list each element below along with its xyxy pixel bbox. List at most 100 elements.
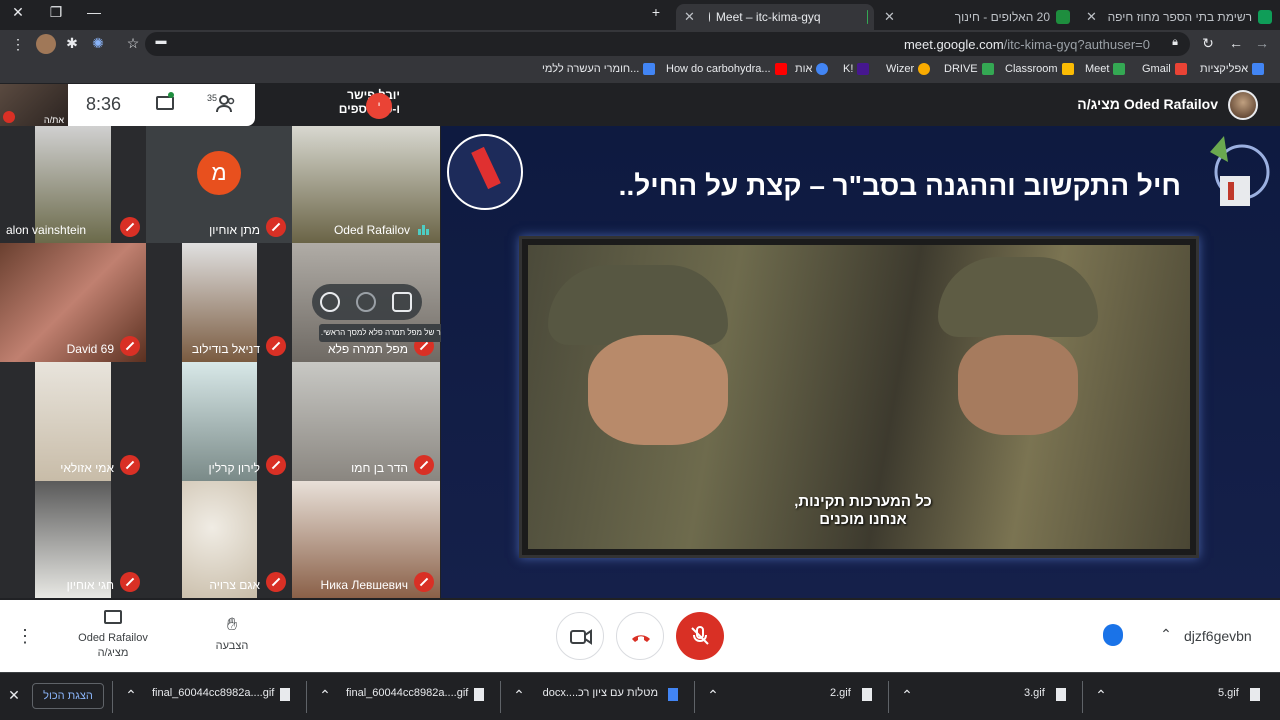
new-tab-button[interactable]: + xyxy=(646,4,666,20)
tab-meet[interactable]: ✕ Meet – itc-kima-gyq xyxy=(676,4,874,30)
pin-icon[interactable] xyxy=(392,292,412,312)
menu-kebab-icon[interactable]: ⋮ xyxy=(10,36,26,53)
tab-schools-list[interactable]: ✕ רשימת בתי הספר מחוז חיפה תח xyxy=(1078,4,1278,30)
camera-toggle-button[interactable] xyxy=(556,612,604,660)
chevron-up-icon[interactable]: ⌃ xyxy=(318,687,332,704)
wizer-icon xyxy=(918,63,931,75)
present-screen-icon[interactable] xyxy=(104,610,122,624)
bookmark-ot[interactable]: אות xyxy=(795,63,829,75)
meeting-code[interactable]: djzf6gevbn xyxy=(1184,628,1252,644)
profile-avatar[interactable] xyxy=(36,34,56,54)
url-text: meet.google.com/itc-kima-gyq?authuser=0 xyxy=(903,37,1150,52)
tab-strip: ✕ ❐ — + ✕ Meet – itc-kima-gyq ✕ 20 האלופ… xyxy=(0,0,1280,30)
cast-icon[interactable]: ▬ xyxy=(153,35,169,47)
close-icon[interactable]: ✕ xyxy=(884,9,895,25)
helmet-shape xyxy=(938,257,1098,337)
participant-tile[interactable]: David 69 xyxy=(0,243,146,362)
bookmark-carbohydrates[interactable]: How do carbohydra... xyxy=(666,63,787,75)
self-name: את/ה xyxy=(43,115,64,125)
chevron-up-icon[interactable]: ⌃ xyxy=(900,687,914,704)
chevron-up-icon[interactable]: ⌃ xyxy=(124,687,138,704)
kahoot-icon xyxy=(857,63,870,75)
download-item[interactable]: final_60044cc8982a....gif xyxy=(346,687,468,699)
close-icon[interactable]: ✕ xyxy=(684,9,695,25)
participant-name: אמי אזולאי xyxy=(60,461,114,475)
chevron-up-icon[interactable]: ⌃ xyxy=(706,687,720,704)
people-icon[interactable] xyxy=(216,95,236,113)
mic-off-icon xyxy=(691,626,709,645)
meet-control-bar: ⋮ Oded Rafailov מציג/ה ✋︎ הצבעה ⌃ djzf6g… xyxy=(0,600,1280,672)
close-window-button[interactable]: ✕ xyxy=(8,4,28,21)
participant-name: הדר בן חמו xyxy=(351,461,408,475)
chevron-up-icon[interactable]: ⌃ xyxy=(512,687,526,704)
participant-tile[interactable]: מ מתן אוחיון xyxy=(146,126,292,243)
downloads-shelf: ✕ הצגת הכול ⌃ final_60044cc8982a....gif … xyxy=(0,672,1280,720)
bookmark-kahoot[interactable]: K! xyxy=(843,63,870,75)
back-icon[interactable]: ← xyxy=(1228,35,1244,51)
divider xyxy=(306,681,307,713)
participant-tile[interactable]: חגי אוחיון xyxy=(0,481,146,598)
participant-tile[interactable]: לירון קרלין xyxy=(146,362,292,481)
bookmark-apps[interactable]: אפליקציות xyxy=(1200,63,1265,75)
extensions-icon[interactable]: ✱ xyxy=(64,35,80,52)
tile-hover-controls xyxy=(312,284,422,320)
minimize-window-button[interactable]: — xyxy=(84,4,104,20)
download-item[interactable]: מטלות עם ציון רכ....docx xyxy=(540,687,658,699)
show-all-downloads-button[interactable]: הצגת הכול xyxy=(32,683,104,709)
address-bar-row: ⋮ ✱ ✺ ☆ ▬ meet.google.com/itc-kima-gyq?a… xyxy=(0,30,1280,58)
participant-tile[interactable]: Oded Rafailov xyxy=(292,126,440,243)
remove-icon[interactable] xyxy=(320,292,340,312)
mute-participant-icon[interactable] xyxy=(356,292,376,312)
meet-favicon xyxy=(866,10,868,24)
participant-tile[interactable]: הדר בן חמו xyxy=(292,362,440,481)
participant-tile[interactable]: אגם צרויה xyxy=(146,481,292,598)
presenting-name: Oded Rafailov xyxy=(78,632,148,644)
presenter-avatar xyxy=(1228,90,1258,120)
face-shape xyxy=(958,335,1078,435)
participant-name: אגם צרויה xyxy=(209,578,260,592)
file-icon xyxy=(1056,688,1066,701)
chat-icon[interactable] xyxy=(156,92,174,110)
mic-toggle-button[interactable] xyxy=(676,612,724,660)
bookmark-star-icon[interactable]: ☆ xyxy=(125,35,141,52)
muted-mic-icon xyxy=(266,217,286,237)
reload-icon[interactable]: ↻ xyxy=(1200,35,1216,52)
forms-icon xyxy=(643,63,656,75)
download-item[interactable]: 5.gif xyxy=(1218,687,1239,699)
chevron-up-icon[interactable]: ⌃ xyxy=(1158,626,1174,643)
close-icon[interactable]: ✕ xyxy=(1086,9,1097,25)
bookmark-meet[interactable]: Meet xyxy=(1085,63,1126,75)
leave-call-button[interactable] xyxy=(616,612,664,660)
participant-name: Oded Rafailov xyxy=(333,223,410,237)
bookmark-wizer[interactable]: Wizer xyxy=(886,63,931,75)
bookmark-drive[interactable]: DRIVE xyxy=(944,63,994,75)
video-frame-image: כל המערכות תקינות, אנחנו מוכנים xyxy=(528,245,1190,549)
omnibox[interactable]: ☆ ▬ meet.google.com/itc-kima-gyq?authuse… xyxy=(127,32,1190,56)
restore-window-button[interactable]: ❐ xyxy=(46,4,66,21)
school-logo xyxy=(1210,136,1270,206)
close-shelf-icon[interactable]: ✕ xyxy=(6,687,22,704)
download-item[interactable]: final_60044cc8982a....gif xyxy=(152,687,274,699)
participant-tile[interactable]: אמי אזולאי xyxy=(0,362,146,481)
more-options-icon[interactable]: ⋮ xyxy=(16,626,34,647)
participant-tile[interactable]: Ника Левшевич xyxy=(292,481,440,598)
muted-mic-icon xyxy=(120,455,140,475)
presenting-label: Oded Rafailov מציג/ה xyxy=(1077,96,1218,112)
bookmark-gmail[interactable]: Gmail xyxy=(1142,63,1187,75)
security-shield-icon[interactable] xyxy=(1103,624,1123,646)
forward-icon[interactable]: → xyxy=(1254,35,1270,51)
chevron-up-icon[interactable]: ⌃ xyxy=(1094,687,1108,704)
bookmark-classroom[interactable]: Classroom xyxy=(1005,63,1074,75)
participant-tile[interactable]: alon vainshtein xyxy=(0,126,146,243)
download-item[interactable]: 3.gif xyxy=(1024,687,1045,699)
tab-generals[interactable]: ✕ 20 האלופים - חינוך xyxy=(876,4,1076,30)
muted-mic-icon xyxy=(414,455,434,475)
extension-star-icon[interactable]: ✺ xyxy=(90,35,106,52)
self-view[interactable]: את/ה xyxy=(0,84,68,126)
participant-tile[interactable]: דניאל בודילוב xyxy=(146,243,292,362)
bookmark-enrichment[interactable]: חומרי העשרה ללמי... xyxy=(542,63,656,75)
download-item[interactable]: 2.gif xyxy=(830,687,851,699)
file-icon xyxy=(862,688,872,701)
raise-hand-icon[interactable]: ✋︎ xyxy=(222,614,242,635)
raise-hand-label[interactable]: הצבעה xyxy=(205,640,259,652)
